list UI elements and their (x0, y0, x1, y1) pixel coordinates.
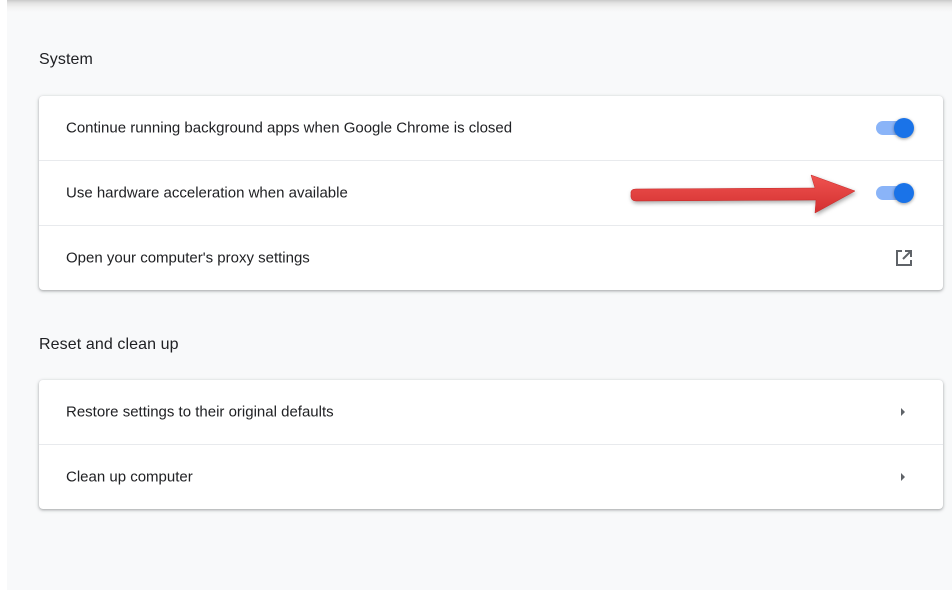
external-link-icon[interactable] (894, 248, 914, 268)
setting-row-hardware-acceleration[interactable]: Use hardware acceleration when available (39, 160, 943, 225)
left-edge (0, 0, 7, 590)
background-apps-toggle[interactable] (874, 116, 916, 140)
setting-row-background-apps[interactable]: Continue running background apps when Go… (39, 96, 943, 160)
setting-label: Continue running background apps when Go… (66, 119, 513, 137)
setting-label: Use hardware acceleration when available (66, 184, 348, 202)
toggle-knob (894, 118, 914, 138)
hardware-acceleration-toggle[interactable] (874, 181, 916, 205)
setting-row-restore-defaults[interactable]: Restore settings to their original defau… (39, 380, 943, 444)
setting-label: Clean up computer (66, 468, 193, 486)
settings-page: System Continue running background apps … (0, 0, 952, 590)
setting-label: Restore settings to their original defau… (66, 403, 334, 421)
chevron-right-icon[interactable] (899, 407, 907, 417)
section-title-reset: Reset and clean up (39, 336, 179, 353)
reset-card: Restore settings to their original defau… (39, 380, 943, 509)
setting-row-clean-up-computer[interactable]: Clean up computer (39, 444, 943, 509)
setting-label: Open your computer's proxy settings (66, 249, 310, 267)
toolbar-shadow (7, 0, 952, 12)
setting-row-proxy-settings[interactable]: Open your computer's proxy settings (39, 225, 943, 290)
section-title-system: System (39, 51, 93, 68)
system-card: Continue running background apps when Go… (39, 96, 943, 290)
toggle-knob (894, 183, 914, 203)
chevron-right-icon[interactable] (899, 472, 907, 482)
